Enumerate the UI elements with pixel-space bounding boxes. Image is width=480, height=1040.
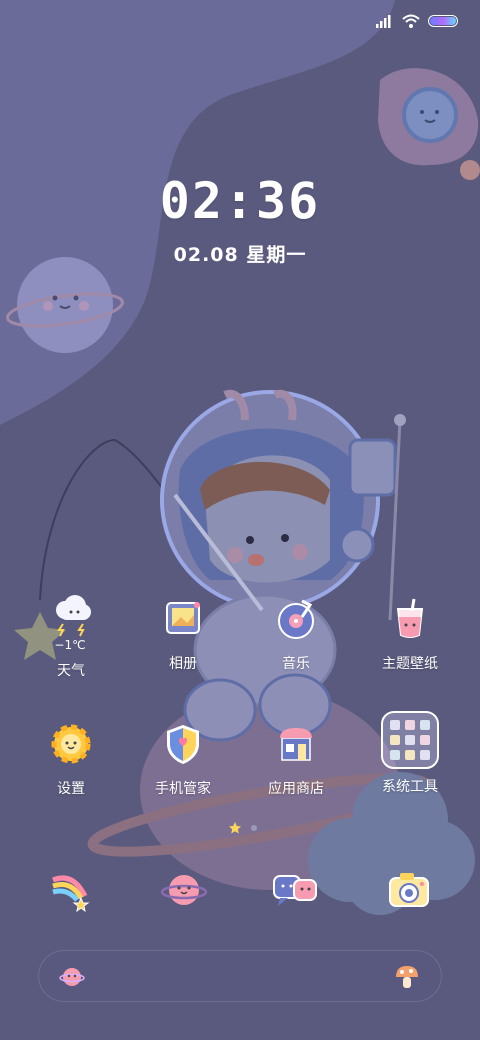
app-label: 应用商店 (268, 781, 324, 797)
weather-icon (56, 595, 91, 637)
system-tools-folder (381, 711, 439, 769)
theme-icon (396, 598, 424, 638)
page-dot-active (229, 822, 241, 834)
clock-date[interactable]: 02.08 星期一 (0, 240, 480, 267)
planet-icon[interactable] (160, 866, 208, 914)
camera-icon[interactable] (385, 866, 433, 914)
app-gallery[interactable]: 相册 (128, 595, 238, 673)
app-store-icon (280, 728, 312, 761)
app-label: 相册 (169, 656, 197, 672)
app-label: 主题壁纸 (382, 656, 438, 672)
app-system-tools[interactable]: 系统工具 (355, 710, 465, 796)
battery-icon (428, 15, 458, 27)
search-bar[interactable] (38, 950, 442, 1002)
page-indicator[interactable] (228, 821, 258, 835)
signal-icon (376, 15, 391, 28)
status-bar (376, 10, 458, 32)
app-store[interactable]: 应用商店 (241, 720, 351, 798)
chat-icon[interactable] (272, 866, 320, 914)
wifi-icon (402, 14, 420, 28)
music-icon (278, 599, 314, 639)
app-security[interactable]: 手机管家 (128, 720, 238, 798)
app-label: 音乐 (282, 656, 310, 672)
weather-temperature: −1℃ (54, 638, 86, 652)
app-label: 手机管家 (155, 781, 211, 797)
page-dot (251, 825, 257, 831)
planet-face-icon[interactable] (59, 964, 85, 990)
battery-level (430, 17, 456, 25)
app-music[interactable]: 音乐 (241, 595, 351, 673)
gallery-icon (166, 602, 200, 634)
app-weather[interactable]: 天气 (16, 590, 126, 680)
app-label: 天气 (57, 663, 85, 679)
app-theme[interactable]: 主题壁纸 (355, 595, 465, 673)
security-icon (167, 725, 199, 764)
clock-time[interactable]: 02:36 (0, 172, 480, 230)
app-label: 设置 (57, 781, 85, 797)
rainbow-icon[interactable] (47, 866, 95, 914)
mushroom-icon[interactable] (393, 963, 421, 991)
app-settings[interactable]: 设置 (16, 720, 126, 798)
settings-icon (51, 724, 91, 764)
app-label: 系统工具 (382, 779, 438, 795)
